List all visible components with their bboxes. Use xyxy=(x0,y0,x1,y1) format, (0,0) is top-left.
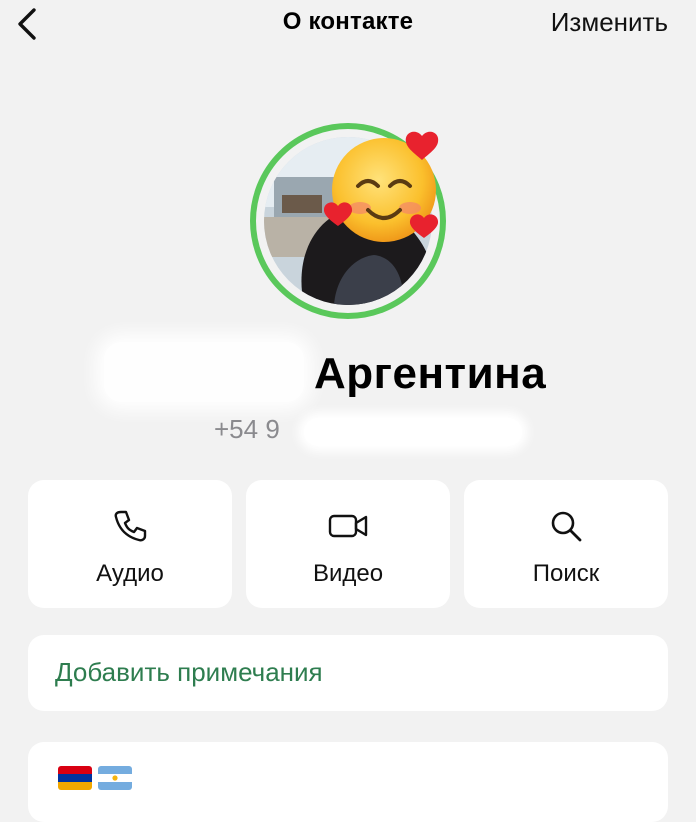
contact-phone-row: +54 9 xyxy=(0,410,696,450)
armenia-flag-icon xyxy=(58,766,92,790)
add-notes-label: Добавить примечания xyxy=(55,657,323,687)
video-call-button[interactable]: Видео xyxy=(246,480,450,608)
contact-name: Аргентина xyxy=(314,349,547,398)
contact-name-row: Аргентина xyxy=(0,334,696,410)
phone-icon xyxy=(28,508,232,544)
search-button[interactable]: Поиск xyxy=(464,480,668,608)
search-icon xyxy=(464,508,668,544)
audio-call-button[interactable]: Аудио xyxy=(28,480,232,608)
navigation-bar: О контакте Изменить xyxy=(0,0,696,48)
search-label: Поиск xyxy=(532,560,600,587)
add-notes-button[interactable]: Добавить примечания xyxy=(28,635,668,711)
video-label: Видео xyxy=(312,560,384,587)
redacted-phone-area xyxy=(304,418,522,446)
contact-avatar[interactable] xyxy=(250,123,446,319)
phone-number[interactable]: +54 9 xyxy=(214,414,280,445)
edit-button[interactable]: Изменить xyxy=(551,7,668,38)
video-camera-icon xyxy=(246,508,450,544)
about-section xyxy=(28,742,668,822)
audio-label: Аудио xyxy=(96,560,164,587)
smiling-face-with-hearts-emoji xyxy=(323,126,448,250)
back-button[interactable] xyxy=(10,6,46,42)
redacted-name-area xyxy=(104,342,304,402)
argentina-flag-icon xyxy=(98,766,132,790)
chevron-left-icon xyxy=(18,8,36,40)
